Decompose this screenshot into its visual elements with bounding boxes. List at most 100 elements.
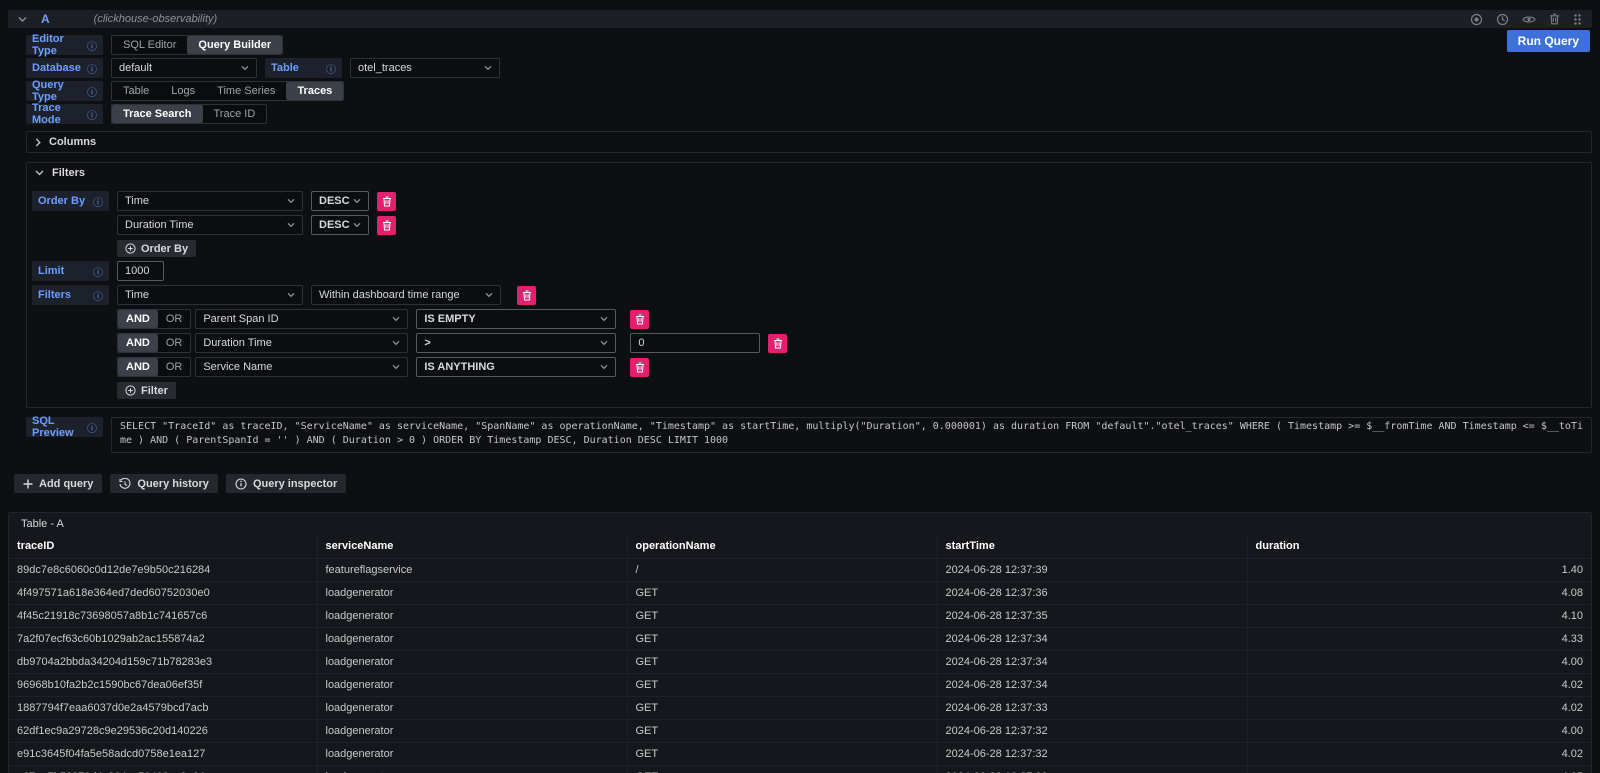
remove-order-by-button[interactable] bbox=[377, 216, 396, 235]
cell-trace-id[interactable]: 7a2f07ecf63c60b1029ab2ac155874a2 bbox=[9, 627, 317, 650]
table-row: e67ee7b53870d4c864ca50409ca0e64c loadgen… bbox=[9, 765, 1591, 773]
table-row: 7a2f07ecf63c60b1029ab2ac155874a2 loadgen… bbox=[9, 627, 1591, 650]
database-select[interactable]: default bbox=[111, 58, 257, 78]
add-order-by-button[interactable]: Order By bbox=[117, 240, 196, 257]
table-panel: Table - A traceID serviceName operationN… bbox=[8, 512, 1592, 773]
column-header-start-time[interactable]: startTime bbox=[937, 535, 1247, 558]
time-filter-row: Filters ⓘ Time Within dashboard time ran… bbox=[32, 285, 1583, 305]
column-header-duration[interactable]: duration bbox=[1247, 535, 1591, 558]
filter-value-input[interactable] bbox=[630, 333, 760, 353]
cell-trace-id[interactable]: db9704a2bbda34204d159c71b78283e3 bbox=[9, 650, 317, 673]
cell-trace-id[interactable]: e67ee7b53870d4c864ca50409ca0e64c bbox=[9, 765, 317, 773]
trash-icon[interactable] bbox=[1549, 13, 1560, 25]
cell-start-time: 2024-06-28 12:37:32 bbox=[937, 765, 1247, 773]
eye-icon[interactable] bbox=[1522, 14, 1536, 25]
column-header-trace-id[interactable]: traceID bbox=[9, 535, 317, 558]
cell-trace-id[interactable]: 96968b10fa2b2c1590bc67dea06ef35f bbox=[9, 673, 317, 696]
columns-section-header[interactable]: Columns bbox=[27, 132, 1591, 152]
add-order-by-row: Order By bbox=[32, 240, 1583, 257]
trace-table-body: 89dc7e8c6060c0d12de7e9b50c216284 feature… bbox=[9, 558, 1591, 773]
limit-input[interactable] bbox=[117, 261, 164, 281]
plus-circle-icon bbox=[125, 385, 136, 396]
or-option[interactable]: OR bbox=[158, 334, 191, 352]
trace-mode-option-trace-id[interactable]: Trace ID bbox=[203, 105, 267, 123]
drag-handle-icon[interactable] bbox=[1573, 13, 1582, 26]
panel-title[interactable]: Table - A bbox=[9, 513, 1591, 535]
filter-field-select[interactable]: Parent Span ID bbox=[195, 309, 408, 329]
remove-filter-button[interactable] bbox=[630, 310, 649, 329]
bool-operator-toggle: AND OR bbox=[117, 357, 191, 377]
cell-operation-name: GET bbox=[627, 604, 937, 627]
or-option[interactable]: OR bbox=[158, 310, 191, 328]
editor-type-option-query-builder[interactable]: Query Builder bbox=[187, 36, 282, 54]
add-query-button[interactable]: Add query bbox=[14, 474, 102, 493]
filter-field-select[interactable]: Duration Time bbox=[195, 333, 408, 353]
table-select[interactable]: otel_traces bbox=[350, 58, 500, 78]
chevron-right-icon bbox=[35, 138, 41, 147]
editor-type-option-sql-editor[interactable]: SQL Editor bbox=[112, 36, 187, 54]
query-type-option-logs[interactable]: Logs bbox=[160, 82, 206, 100]
bool-operator-toggle: AND OR bbox=[117, 333, 191, 353]
time-filter-operator-select[interactable]: Within dashboard time range bbox=[311, 285, 501, 305]
remove-filter-button[interactable] bbox=[630, 358, 649, 377]
add-filter-button[interactable]: Filter bbox=[117, 382, 176, 399]
info-icon: ⓘ bbox=[87, 38, 97, 53]
info-icon: ⓘ bbox=[326, 61, 336, 76]
filter-operator-select[interactable]: IS EMPTY bbox=[416, 309, 616, 329]
collapse-chevron-icon[interactable] bbox=[18, 16, 27, 23]
cell-start-time: 2024-06-28 12:37:32 bbox=[937, 742, 1247, 765]
query-footer-buttons: Add query Query history Query inspector bbox=[14, 474, 1592, 493]
query-history-button[interactable]: Query history bbox=[110, 474, 218, 493]
column-header-operation-name[interactable]: operationName bbox=[627, 535, 937, 558]
time-filter-field-select[interactable]: Time bbox=[117, 285, 303, 305]
query-inspector-button[interactable]: Query inspector bbox=[226, 474, 346, 493]
info-icon: ⓘ bbox=[87, 84, 97, 99]
chevron-down-icon bbox=[287, 198, 295, 204]
cell-start-time: 2024-06-28 12:37:33 bbox=[937, 696, 1247, 719]
cell-trace-id[interactable]: 4f45c21918c73698057a8b1c741657c6 bbox=[9, 604, 317, 627]
chevron-down-icon bbox=[287, 222, 295, 228]
chevron-down-icon bbox=[484, 65, 492, 71]
query-type-option-table[interactable]: Table bbox=[112, 82, 160, 100]
query-row-header[interactable]: A (clickhouse-observability) bbox=[8, 10, 1592, 28]
trace-mode-toggle: Trace Search Trace ID bbox=[111, 104, 267, 124]
editor-type-row: Editor Type ⓘ SQL Editor Query Builder bbox=[26, 35, 1592, 55]
order-by-direction-select[interactable]: DESC bbox=[311, 215, 369, 235]
cell-operation-name: GET bbox=[627, 581, 937, 604]
filters-section: Filters Order By ⓘ Time DESC bbox=[26, 162, 1592, 408]
cell-trace-id[interactable]: 89dc7e8c6060c0d12de7e9b50c216284 bbox=[9, 558, 317, 581]
record-circle-icon[interactable] bbox=[1470, 13, 1483, 26]
and-option[interactable]: AND bbox=[118, 334, 158, 352]
chevron-down-icon bbox=[600, 340, 608, 346]
query-ref-letter: A bbox=[41, 12, 50, 26]
cell-start-time: 2024-06-28 12:37:35 bbox=[937, 604, 1247, 627]
cell-trace-id[interactable]: e91c3645f04fa5e58adcd0758e1ea127 bbox=[9, 742, 317, 765]
cell-service-name: loadgenerator bbox=[317, 696, 627, 719]
column-header-service-name[interactable]: serviceName bbox=[317, 535, 627, 558]
history-clock-icon[interactable] bbox=[1496, 13, 1509, 26]
filters-section-header[interactable]: Filters bbox=[27, 163, 1591, 183]
remove-filter-button[interactable] bbox=[517, 286, 536, 305]
or-option[interactable]: OR bbox=[158, 358, 191, 376]
filter-operator-select[interactable]: IS ANYTHING bbox=[416, 357, 616, 377]
filter-operator-select[interactable]: > bbox=[416, 333, 616, 353]
query-type-option-time-series[interactable]: Time Series bbox=[206, 82, 286, 100]
sql-preview-row: SQL Preview ⓘ SELECT "TraceId" as traceI… bbox=[26, 417, 1592, 453]
cell-trace-id[interactable]: 4f497571a618e364ed7ded60752030e0 bbox=[9, 581, 317, 604]
cell-trace-id[interactable]: 1887794f7eaa6037d0e2a4579bcd7acb bbox=[9, 696, 317, 719]
remove-filter-button[interactable] bbox=[768, 334, 787, 353]
chevron-down-icon bbox=[287, 292, 295, 298]
order-by-direction-select[interactable]: DESC bbox=[311, 191, 369, 211]
run-query-button[interactable]: Run Query bbox=[1507, 30, 1590, 52]
remove-order-by-button[interactable] bbox=[377, 192, 396, 211]
and-option[interactable]: AND bbox=[118, 310, 158, 328]
table-row: e91c3645f04fa5e58adcd0758e1ea127 loadgen… bbox=[9, 742, 1591, 765]
cell-trace-id[interactable]: 62df1ec9a29728c9e29536c20d140226 bbox=[9, 719, 317, 742]
query-type-option-traces[interactable]: Traces bbox=[286, 82, 343, 100]
order-by-field-select[interactable]: Time bbox=[117, 191, 303, 211]
trace-mode-option-trace-search[interactable]: Trace Search bbox=[112, 105, 203, 123]
filter-field-select[interactable]: Service Name bbox=[195, 357, 408, 377]
and-option[interactable]: AND bbox=[118, 358, 158, 376]
info-icon: ⓘ bbox=[93, 288, 103, 303]
order-by-field-select[interactable]: Duration Time bbox=[117, 215, 303, 235]
